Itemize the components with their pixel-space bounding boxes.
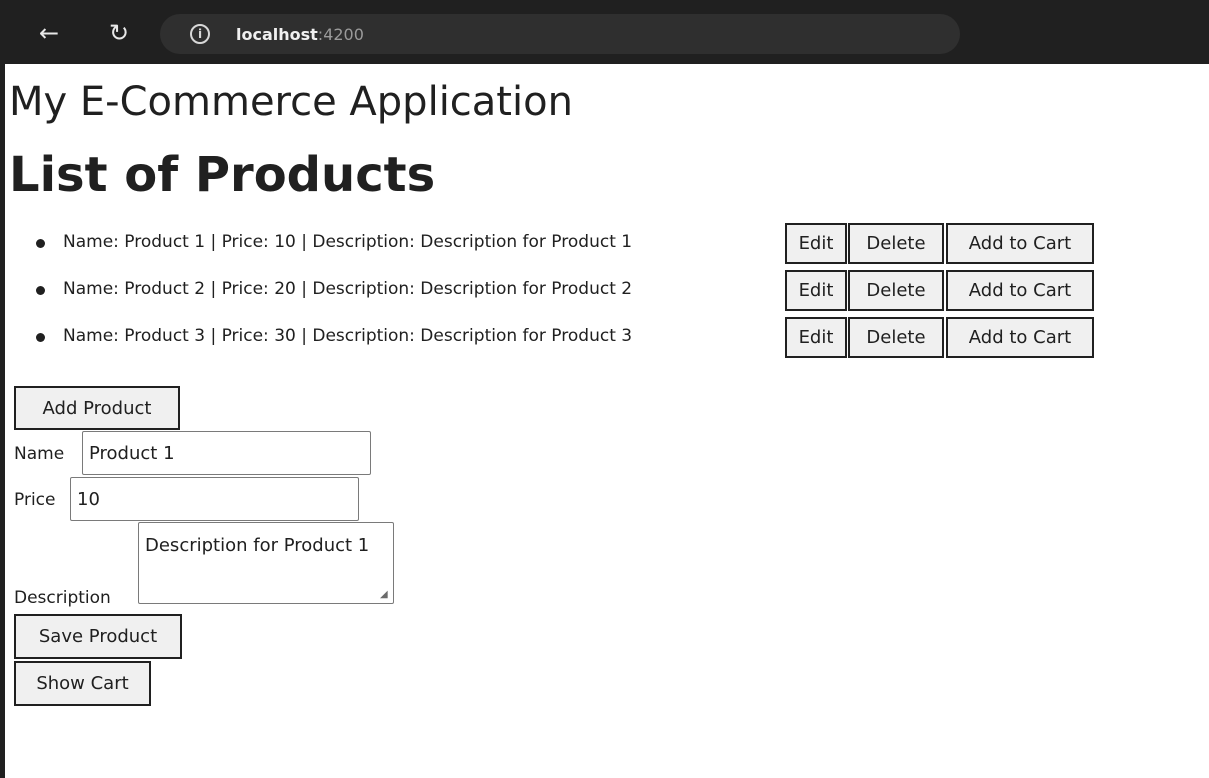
address-bar[interactable]: i localhost:4200 (160, 14, 960, 54)
product-details: Name: Product 1 | Price: 10 | Descriptio… (63, 232, 633, 252)
description-label: Description (14, 588, 111, 608)
edit-button[interactable]: Edit (785, 223, 847, 264)
add-product-button[interactable]: Add Product (14, 386, 180, 430)
price-label: Price (14, 490, 56, 510)
url-host: localhost (236, 25, 318, 44)
product-list-item: Name: Product 3 | Price: 30 | Descriptio… (5, 315, 1205, 359)
list-bullet-icon (36, 286, 45, 295)
product-list-title: List of Products (9, 147, 436, 203)
delete-button[interactable]: Delete (848, 317, 944, 358)
list-bullet-icon (36, 333, 45, 342)
url-port: :4200 (317, 25, 364, 44)
back-arrow-icon[interactable]: ← (34, 18, 64, 48)
name-field-row: Name (14, 431, 374, 475)
app-title: My E-Commerce Application (9, 79, 573, 125)
add-to-cart-button[interactable]: Add to Cart (946, 223, 1094, 264)
description-textarea[interactable]: Description for Product 1 (138, 522, 394, 604)
product-list-item: Name: Product 2 | Price: 20 | Descriptio… (5, 268, 1205, 312)
add-to-cart-button[interactable]: Add to Cart (946, 270, 1094, 311)
price-input[interactable] (70, 477, 359, 521)
add-to-cart-button[interactable]: Add to Cart (946, 317, 1094, 358)
name-label: Name (14, 444, 65, 464)
show-cart-button[interactable]: Show Cart (14, 661, 151, 706)
url-text: localhost:4200 (236, 25, 364, 44)
web-page: My E-Commerce Application List of Produc… (0, 64, 1209, 778)
save-product-button[interactable]: Save Product (14, 614, 182, 659)
edit-button[interactable]: Edit (785, 317, 847, 358)
delete-button[interactable]: Delete (848, 223, 944, 264)
product-list-item: Name: Product 1 | Price: 10 | Descriptio… (5, 221, 1205, 265)
reload-icon[interactable]: ↻ (104, 18, 134, 48)
product-list: Name: Product 1 | Price: 10 | Descriptio… (5, 221, 1205, 362)
browser-toolbar: ← ↻ i localhost:4200 (0, 0, 1209, 64)
product-details: Name: Product 3 | Price: 30 | Descriptio… (63, 326, 633, 346)
edit-button[interactable]: Edit (785, 270, 847, 311)
textarea-resize-handle-icon[interactable]: ◢ (380, 590, 390, 600)
info-circle-icon[interactable]: i (190, 24, 210, 44)
product-details: Name: Product 2 | Price: 20 | Descriptio… (63, 279, 633, 299)
list-bullet-icon (36, 239, 45, 248)
name-input[interactable] (82, 431, 371, 475)
delete-button[interactable]: Delete (848, 270, 944, 311)
price-field-row: Price (14, 477, 362, 521)
